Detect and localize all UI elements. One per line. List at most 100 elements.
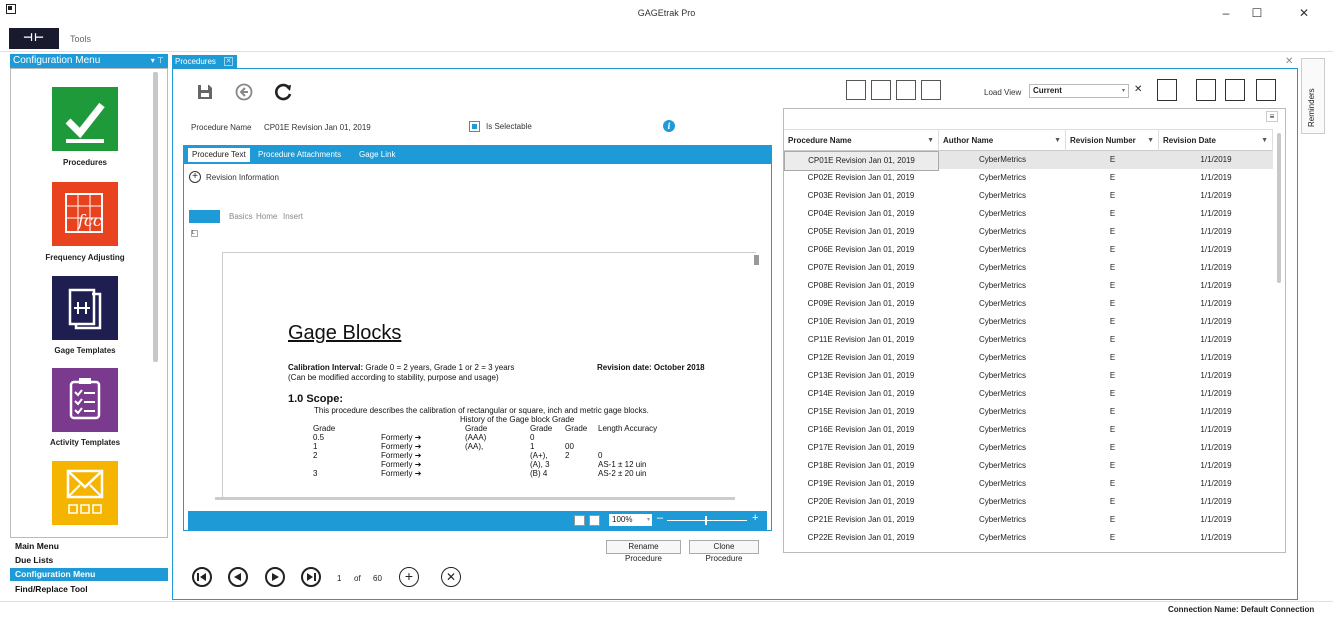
web-layout-icon[interactable] <box>589 515 600 526</box>
close-window-button[interactable]: ✕ <box>1290 4 1318 22</box>
procedure-name-cell: CP08E Revision Jan 01, 2019 <box>807 281 915 290</box>
table-row[interactable]: CP20E Revision Jan 01, 2019 CyberMetrics E… <box>784 493 1273 511</box>
minimize-button[interactable]: – <box>1212 4 1240 22</box>
table-row[interactable]: CP14E Revision Jan 01, 2019 CyberMetrics E… <box>784 385 1273 403</box>
zoom-out-button[interactable]: – <box>657 512 663 524</box>
procedures-tile[interactable] <box>52 87 118 151</box>
view-layout-3-icon[interactable] <box>896 80 916 100</box>
table-row[interactable]: CP06E Revision Jan 01, 2019 CyberMetrics E… <box>784 241 1273 259</box>
tiles-scrollbar[interactable] <box>153 72 158 362</box>
add-record-button[interactable]: + <box>399 567 419 587</box>
table-row[interactable]: CP02E Revision Jan 01, 2019 CyberMetrics E… <box>784 169 1273 187</box>
table-row[interactable]: CP03E Revision Jan 01, 2019 CyberMetrics E… <box>784 187 1273 205</box>
last-record-button[interactable] <box>301 567 321 587</box>
table-row[interactable]: CP05E Revision Jan 01, 2019 CyberMetrics E… <box>784 223 1273 241</box>
export-view-icon[interactable] <box>1196 79 1216 101</box>
column-header-revision-date[interactable]: Revision Date ▼ <box>1159 130 1273 152</box>
gage-templates-tile[interactable] <box>52 276 118 340</box>
first-icon <box>197 573 206 581</box>
tab-stop-marker[interactable]: L <box>191 230 198 237</box>
table-row[interactable]: CP11E Revision Jan 01, 2019 CyberMetrics E… <box>784 331 1273 349</box>
email-tile[interactable] <box>52 461 118 525</box>
frequency-adjusting-tile[interactable]: fcc <box>52 182 118 246</box>
table-row[interactable]: CP19E Revision Jan 01, 2019 CyberMetrics E… <box>784 475 1273 493</box>
clone-procedure-button[interactable]: Clone Procedure <box>689 540 759 563</box>
save-button[interactable] <box>195 82 215 102</box>
procedure-name-cell: CP14E Revision Jan 01, 2019 <box>807 389 915 398</box>
table-row[interactable]: CP09E Revision Jan 01, 2019 CyberMetrics E… <box>784 295 1273 313</box>
table-row[interactable]: CP08E Revision Jan 01, 2019 CyberMetrics E… <box>784 277 1273 295</box>
table-row[interactable]: CP21E Revision Jan 01, 2019 CyberMetrics E… <box>784 511 1273 529</box>
previous-record-button[interactable] <box>228 567 248 587</box>
filter-icon[interactable]: ▼ <box>1147 130 1154 152</box>
table-row[interactable]: CP04E Revision Jan 01, 2019 CyberMetrics E… <box>784 205 1273 223</box>
table-row[interactable]: CP10E Revision Jan 01, 2019 CyberMetrics E… <box>784 313 1273 331</box>
table-row[interactable]: CP18E Revision Jan 01, 2019 CyberMetrics E… <box>784 457 1273 475</box>
nav-due-lists[interactable]: Due Lists <box>12 554 168 567</box>
is-selectable-checkbox[interactable] <box>469 121 480 132</box>
next-record-button[interactable] <box>265 567 285 587</box>
zoom-slider[interactable] <box>667 520 747 521</box>
ribbon-tab-insert[interactable]: Insert <box>283 212 303 221</box>
rename-procedure-button[interactable]: Rename Procedure <box>606 540 681 563</box>
nav-find-replace-tool[interactable]: Find/Replace Tool <box>12 583 168 596</box>
ribbon-tab-home[interactable]: Home <box>256 212 277 221</box>
zoom-slider-thumb[interactable] <box>705 516 707 525</box>
print-view-icon[interactable] <box>1225 79 1245 101</box>
nav-configuration-menu[interactable]: Configuration Menu <box>10 568 168 581</box>
view-layout-1-icon[interactable] <box>846 80 866 100</box>
print-layout-icon[interactable] <box>574 515 585 526</box>
tab-gage-link[interactable]: Gage Link <box>355 148 399 162</box>
revert-button[interactable] <box>234 82 254 102</box>
view-layout-2-icon[interactable] <box>871 80 891 100</box>
close-tab-icon[interactable]: ✕ <box>224 57 233 66</box>
column-header-procedure-name[interactable]: Procedure Name ▼ <box>784 130 939 152</box>
table-row[interactable]: CP13E Revision Jan 01, 2019 CyberMetrics E… <box>784 367 1273 385</box>
load-view-select[interactable]: Current ▾ <box>1029 84 1129 98</box>
table-row[interactable]: CP12E Revision Jan 01, 2019 CyberMetrics E… <box>784 349 1273 367</box>
revision-number-cell: E <box>1109 227 1116 236</box>
author-name-cell: CyberMetrics <box>978 461 1027 470</box>
save-view-icon[interactable] <box>1157 79 1177 101</box>
table-row[interactable]: CP16E Revision Jan 01, 2019 CyberMetrics E… <box>784 421 1273 439</box>
reminders-side-tab[interactable]: Reminders <box>1301 58 1325 134</box>
envelope-icon <box>66 469 104 514</box>
report-icon[interactable] <box>1256 79 1276 101</box>
expand-revision-icon[interactable]: + <box>189 171 201 183</box>
filter-icon[interactable]: ▼ <box>1261 130 1268 152</box>
tools-menu[interactable]: Tools <box>70 34 91 44</box>
table-row[interactable]: CP22E Revision Jan 01, 2019 CyberMetrics E… <box>784 529 1273 547</box>
close-panel-icon[interactable]: ✕ <box>1285 56 1293 67</box>
document-vertical-scrollbar[interactable] <box>754 255 759 265</box>
grid-vertical-scrollbar[interactable] <box>1277 133 1281 283</box>
table-row[interactable]: CP15E Revision Jan 01, 2019 CyberMetrics E… <box>784 403 1273 421</box>
delete-record-button[interactable]: ✕ <box>441 567 461 587</box>
clear-view-button[interactable]: ✕ <box>1134 84 1142 95</box>
table-row[interactable]: CP17E Revision Jan 01, 2019 CyberMetrics E… <box>784 439 1273 457</box>
refresh-button[interactable] <box>274 82 294 102</box>
ribbon-file-tab[interactable] <box>189 210 220 223</box>
tab-procedures[interactable]: Procedures ✕ <box>172 55 237 68</box>
info-icon[interactable]: i <box>663 120 675 132</box>
filter-icon[interactable]: ▼ <box>927 130 934 152</box>
column-header-revision-number[interactable]: Revision Number ▼ <box>1066 130 1159 152</box>
table-row[interactable]: CP07E Revision Jan 01, 2019 CyberMetrics E… <box>784 259 1273 277</box>
first-record-button[interactable] <box>192 567 212 587</box>
tab-procedure-text[interactable]: Procedure Text <box>188 148 250 162</box>
activity-templates-tile[interactable] <box>52 368 118 432</box>
tab-procedure-attachments[interactable]: Procedure Attachments <box>254 148 345 162</box>
column-header-author-name[interactable]: Author Name ▼ <box>939 130 1066 152</box>
chevron-down-icon: ▾ <box>1121 88 1125 94</box>
table-row[interactable]: CP01E Revision Jan 01, 2019 CyberMetrics E… <box>784 151 1273 171</box>
pin-icon[interactable]: ▾ ⊤ <box>151 54 164 68</box>
nav-main-menu[interactable]: Main Menu <box>12 540 168 553</box>
document-horizontal-scrollbar[interactable] <box>215 497 735 500</box>
ribbon-tab-basics[interactable]: Basics <box>229 212 253 221</box>
revision-information-label[interactable]: Revision Information <box>206 173 279 182</box>
view-layout-4-icon[interactable] <box>921 80 941 100</box>
column-chooser-icon[interactable]: ≡ <box>1266 111 1278 122</box>
zoom-select[interactable]: 100% ▾ <box>609 514 652 526</box>
filter-icon[interactable]: ▼ <box>1054 130 1061 152</box>
zoom-in-button[interactable]: + <box>752 512 758 524</box>
maximize-button[interactable]: ☐ <box>1243 4 1271 22</box>
